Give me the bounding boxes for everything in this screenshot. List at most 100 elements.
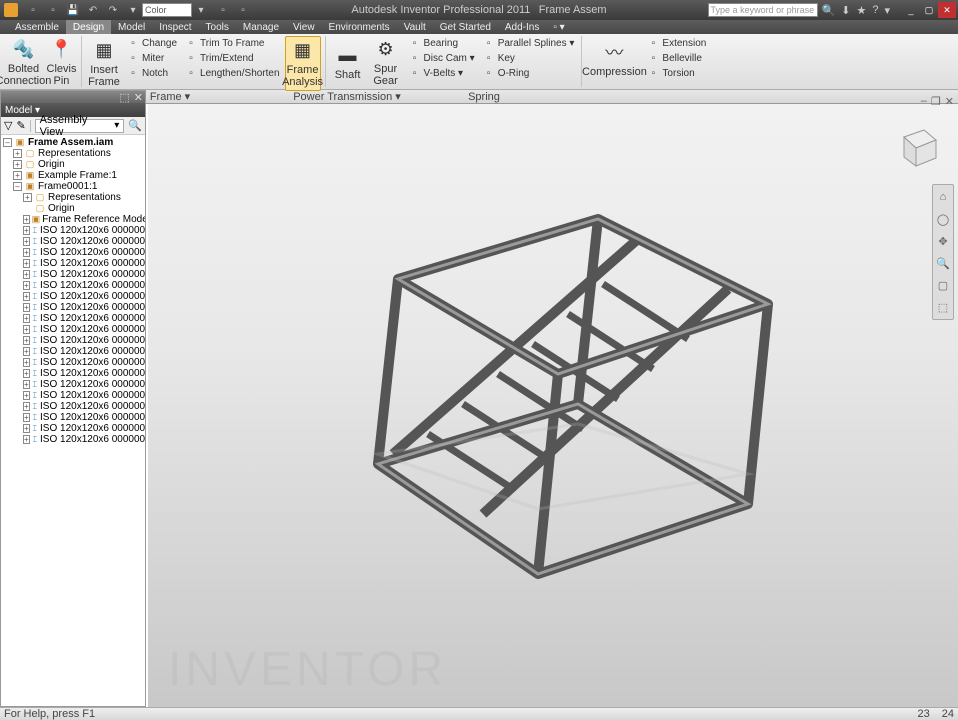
menu-vault[interactable]: Vault: [397, 20, 433, 34]
tree-toggle-icon[interactable]: +: [13, 171, 22, 180]
bolted-connection-button[interactable]: 🔩 BoltedConnection: [6, 36, 42, 89]
clevis-pin-button[interactable]: 📍 ClevisPin: [44, 36, 80, 89]
frame-trim-to-frame-button[interactable]: ▫Trim To Frame: [182, 36, 283, 51]
qat-more-icon[interactable]: ▾: [126, 3, 140, 17]
view-cube[interactable]: [894, 122, 940, 168]
tree-item[interactable]: +𝙸ISO 120x120x6 00000008:1: [1, 302, 145, 313]
power-v-belts-▾-button[interactable]: ▫V-Belts ▾: [406, 66, 478, 81]
tree-toggle-icon[interactable]: +: [23, 358, 30, 367]
panel-label-power[interactable]: Power Transmission ▾: [258, 90, 436, 103]
tree-toggle-icon[interactable]: +: [23, 435, 30, 444]
tree-item[interactable]: +𝙸ISO 120x120x6 00000006:1: [1, 280, 145, 291]
tree-toggle-icon[interactable]: +: [23, 402, 30, 411]
tree-item[interactable]: +▢Representations: [1, 148, 145, 159]
tree-item[interactable]: +𝙸ISO 120x120x6 00000005:1: [1, 269, 145, 280]
tree-toggle-icon[interactable]: +: [23, 424, 30, 433]
help-dropdown-icon[interactable]: ▾: [884, 4, 890, 17]
nav-home-icon[interactable]: ⌂: [935, 189, 951, 205]
nav-orbit-icon[interactable]: ◯: [935, 211, 951, 227]
search-icon[interactable]: 🔍: [822, 4, 836, 17]
tree-item[interactable]: ▢Origin: [1, 203, 145, 214]
compression-button[interactable]: 〰 Compression: [586, 36, 642, 84]
tree-item[interactable]: +𝙸ISO 120x120x6 00000012:1: [1, 346, 145, 357]
tree-item[interactable]: +𝙸ISO 120x120x6 00000003:1: [1, 247, 145, 258]
tree-toggle-icon[interactable]: +: [23, 369, 30, 378]
menu-model[interactable]: Model: [111, 20, 152, 34]
menu-appearance[interactable]: ▫ ▾: [546, 20, 571, 34]
subscription-icon[interactable]: ⬇: [841, 4, 850, 17]
tree-toggle-icon[interactable]: +: [23, 336, 30, 345]
qat-save-icon[interactable]: 💾: [66, 3, 80, 17]
tree-toggle-icon[interactable]: +: [23, 391, 30, 400]
qat-extra2-icon[interactable]: ▫: [236, 3, 250, 17]
tree-toggle-icon[interactable]: +: [23, 270, 30, 279]
spring-belleville-button[interactable]: ▫Belleville: [644, 51, 709, 66]
nav-fullnav-icon[interactable]: ⬚: [935, 299, 951, 315]
browser-edit-icon[interactable]: ✎: [16, 119, 25, 132]
tree-toggle-icon[interactable]: +: [23, 226, 30, 235]
spring-extension-button[interactable]: ▫Extension: [644, 36, 709, 51]
tree-item[interactable]: +𝙸ISO 120x120x6 00000007:1: [1, 291, 145, 302]
nav-zoom-icon[interactable]: 🔍: [935, 255, 951, 271]
tree-item[interactable]: +𝙸ISO 120x120x6 00000018:1: [1, 412, 145, 423]
maximize-button[interactable]: ▢: [920, 2, 938, 18]
tree-item[interactable]: +𝙸ISO 120x120x6 00000014:1: [1, 368, 145, 379]
tree-item[interactable]: +𝙸ISO 120x120x6 00000020:1: [1, 434, 145, 445]
tree-toggle-icon[interactable]: +: [13, 160, 22, 169]
help-icon[interactable]: ?: [872, 4, 878, 17]
tree-toggle-icon[interactable]: +: [23, 314, 30, 323]
color-override-combo[interactable]: Color: [142, 3, 192, 17]
minimize-button[interactable]: _: [902, 2, 920, 18]
tree-toggle-icon[interactable]: –: [3, 138, 12, 147]
tree-item[interactable]: +▢Origin: [1, 159, 145, 170]
spur-gear-button[interactable]: ⚙ SpurGear: [368, 36, 404, 89]
shaft-button[interactable]: ▬ Shaft: [330, 36, 366, 89]
tree-item[interactable]: +▢Representations: [1, 192, 145, 203]
tree-toggle-icon[interactable]: +: [23, 248, 30, 257]
view-mode-combo[interactable]: Assembly View ▾: [35, 119, 125, 133]
tree-item[interactable]: +𝙸ISO 120x120x6 00000002:1: [1, 236, 145, 247]
doc-minimize-button[interactable]: –: [921, 95, 927, 108]
menu-view[interactable]: View: [286, 20, 322, 34]
nav-lookat-icon[interactable]: ▢: [935, 277, 951, 293]
qat-undo-icon[interactable]: ↶: [86, 3, 100, 17]
tree-toggle-icon[interactable]: –: [13, 182, 22, 191]
doc-restore-button[interactable]: ❐: [931, 95, 941, 108]
tree-toggle-icon[interactable]: +: [23, 347, 30, 356]
menu-manage[interactable]: Manage: [236, 20, 286, 34]
tree-toggle-icon[interactable]: +: [23, 413, 30, 422]
frame-analysis-button[interactable]: ▦ FrameAnalysis: [285, 36, 321, 91]
qat-extra1-icon[interactable]: ▫: [216, 3, 230, 17]
browser-pin-icon[interactable]: ⬚: [119, 91, 129, 104]
menu-assemble[interactable]: Assemble: [8, 20, 66, 34]
qat-open-icon[interactable]: ▫: [46, 3, 60, 17]
power-parallel-splines-▾-button[interactable]: ▫Parallel Splines ▾: [480, 36, 578, 51]
tree-item[interactable]: –▣Frame0001:1: [1, 181, 145, 192]
tree-toggle-icon[interactable]: +: [23, 303, 30, 312]
qat-new-icon[interactable]: ▫: [26, 3, 40, 17]
insert-frame-button[interactable]: ▦ InsertFrame: [86, 36, 122, 91]
frame-lengthen-shorten-button[interactable]: ▫Lengthen/Shorten: [182, 66, 283, 81]
power-o-ring-button[interactable]: ▫O-Ring: [480, 66, 578, 81]
tree-item[interactable]: +𝙸ISO 120x120x6 00000004:1: [1, 258, 145, 269]
tree-item[interactable]: +𝙸ISO 120x120x6 00000019:1: [1, 423, 145, 434]
tree-toggle-icon[interactable]: +: [23, 380, 30, 389]
tree-toggle-icon[interactable]: +: [23, 281, 30, 290]
frame-notch-button[interactable]: ▫Notch: [124, 66, 180, 81]
browser-filter-icon[interactable]: ▽: [4, 119, 12, 132]
tree-toggle-icon[interactable]: +: [23, 292, 30, 301]
frame-trim-extend-button[interactable]: ▫Trim/Extend: [182, 51, 283, 66]
frame-miter-button[interactable]: ▫Miter: [124, 51, 180, 66]
search-input[interactable]: Type a keyword or phrase: [708, 3, 818, 17]
tree-item[interactable]: +𝙸ISO 120x120x6 00000010:1: [1, 324, 145, 335]
qat-redo-icon[interactable]: ↷: [106, 3, 120, 17]
power-disc-cam-▾-button[interactable]: ▫Disc Cam ▾: [406, 51, 478, 66]
tree-item[interactable]: +▣Frame Reference Model: [1, 214, 145, 225]
model-tree[interactable]: –▣Frame Assem.iam+▢Representations+▢Orig…: [1, 135, 145, 706]
tree-item[interactable]: +𝙸ISO 120x120x6 00000009:1: [1, 313, 145, 324]
tree-toggle-icon[interactable]: +: [23, 193, 32, 202]
power-bearing-button[interactable]: ▫Bearing: [406, 36, 478, 51]
menu-tools[interactable]: Tools: [199, 20, 236, 34]
tree-toggle-icon[interactable]: +: [13, 149, 22, 158]
menu-inspect[interactable]: Inspect: [152, 20, 198, 34]
